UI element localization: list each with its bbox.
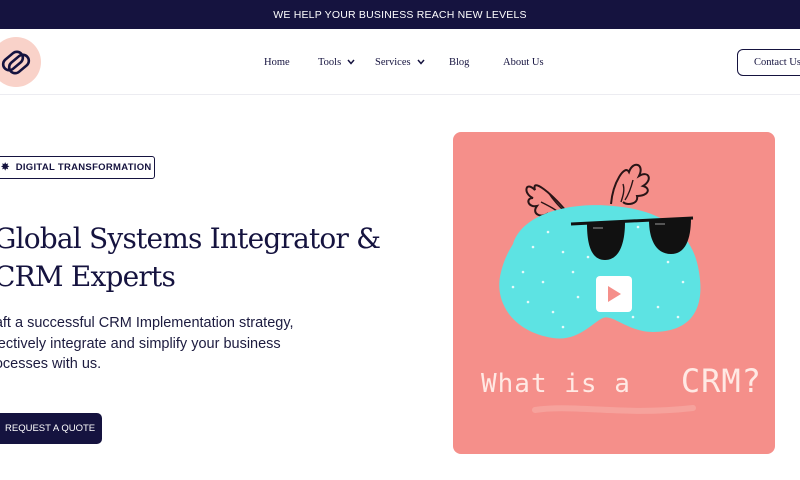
- hero-title: Global Systems Integrator & CRM Experts: [0, 220, 394, 296]
- contact-us-button[interactable]: Contact Us: [737, 49, 800, 76]
- request-quote-label: REQUEST A QUOTE: [5, 423, 96, 434]
- crm-video-thumbnail[interactable]: What is a CRM?: [453, 132, 775, 454]
- nav-about[interactable]: About Us: [503, 29, 544, 95]
- announcement-text: WE HELP YOUR BUSINESS REACH NEW LEVELS: [273, 8, 527, 21]
- nav-tools[interactable]: Tools: [318, 29, 355, 95]
- video-caption: What is a CRM?: [481, 362, 761, 400]
- hero-description-line: ffectively integrate and simplify your b…: [0, 335, 281, 352]
- nav-tools-label: Tools: [318, 56, 342, 68]
- nav-home[interactable]: Home: [264, 29, 290, 95]
- hero-title-line: CRM Experts: [0, 260, 176, 293]
- category-badge: ✸ DIGITAL TRANSFORMATION: [0, 156, 155, 179]
- video-caption-part1: What is a: [481, 369, 631, 399]
- request-quote-button[interactable]: REQUEST A QUOTE: [0, 413, 102, 444]
- badge-label: DIGITAL TRANSFORMATION: [15, 162, 152, 173]
- video-caption-part2: CRM?: [680, 362, 762, 400]
- hero-description-line: rocesses with us.: [0, 356, 102, 372]
- star-burst-icon: ✸: [1, 162, 10, 173]
- logo[interactable]: [0, 37, 41, 87]
- hero-description: raft a successful CRM Implementation str…: [0, 313, 310, 375]
- chevron-down-icon: [347, 59, 355, 65]
- chevron-down-icon: [417, 59, 425, 65]
- nav-home-label: Home: [264, 56, 290, 68]
- hero-description-line: raft a successful CRM Implementation str…: [0, 315, 294, 331]
- contact-us-label: Contact Us: [754, 57, 800, 68]
- interlocking-rings-logo-icon: [1, 50, 31, 75]
- cartoon-blob-illustration: [499, 163, 701, 414]
- nav-services[interactable]: Services: [375, 29, 425, 95]
- nav-services-label: Services: [375, 56, 411, 68]
- announcement-bar: WE HELP YOUR BUSINESS REACH NEW LEVELS: [0, 0, 800, 29]
- nav-about-label: About Us: [503, 56, 544, 68]
- nav-blog-label: Blog: [449, 56, 470, 68]
- nav-blog[interactable]: Blog: [449, 29, 469, 95]
- site-header: Home Tools Services Blog About Us Contac…: [0, 29, 800, 95]
- hero-title-line: Global Systems Integrator &: [0, 222, 381, 255]
